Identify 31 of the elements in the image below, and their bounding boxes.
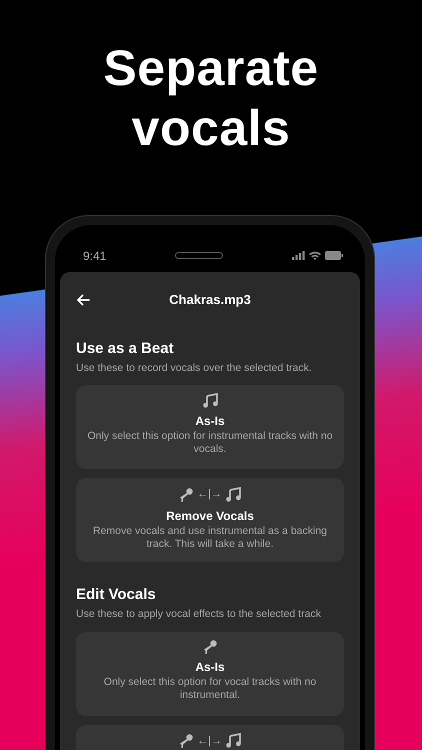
option-title: Remove Vocals [166, 508, 254, 525]
section-subtitle: Use these to apply vocal effects to the selected track [76, 606, 322, 622]
option-description: Only select this option for vocal tracks with no instrumental. [102, 676, 318, 702]
battery-icon [324, 251, 343, 260]
microphone-icon [179, 488, 194, 502]
option-card[interactable]: As-Is Only select this option for instrumental tracks with no vocals. [76, 385, 344, 470]
microphone-icon [203, 640, 217, 654]
option-card[interactable]: ←|→ [76, 724, 344, 750]
option-description: Only select this option for instrumental tracks with no vocals. [86, 430, 334, 456]
music-note-icon [226, 487, 241, 502]
option-card[interactable]: ←|→ Remove Vocals Remove vocals and use instrumental as a backing track. This will take a while. [76, 478, 344, 562]
signal-icon [292, 251, 305, 260]
separator-text: ←|→ [197, 487, 222, 502]
section-subtitle: Use these to record vocals over the selected track. [76, 360, 313, 376]
music-note-icon [226, 733, 241, 748]
option-card[interactable]: As-Is Only select this option for vocal tracks with no instrumental. [76, 632, 344, 716]
screen-title: Chakras.mp3 [169, 291, 251, 310]
music-note-icon [202, 393, 218, 408]
headline: Separate [103, 39, 319, 98]
headline: vocals [132, 99, 290, 158]
option-title: As-Is [195, 413, 225, 430]
back-button[interactable] [76, 294, 90, 306]
option-title: As-Is [195, 658, 225, 676]
separator-text: ←|→ [197, 734, 222, 748]
section-title: Edit Vocals [76, 585, 157, 606]
option-description: Remove vocals and use instrumental as a backing track. This will take a while. [92, 524, 328, 551]
section-title: Use as a Beat [76, 339, 175, 359]
wifi-icon [308, 251, 321, 260]
status-time: 9:41 [83, 248, 106, 264]
microphone-icon [179, 734, 194, 748]
speaker-slot [175, 252, 224, 259]
